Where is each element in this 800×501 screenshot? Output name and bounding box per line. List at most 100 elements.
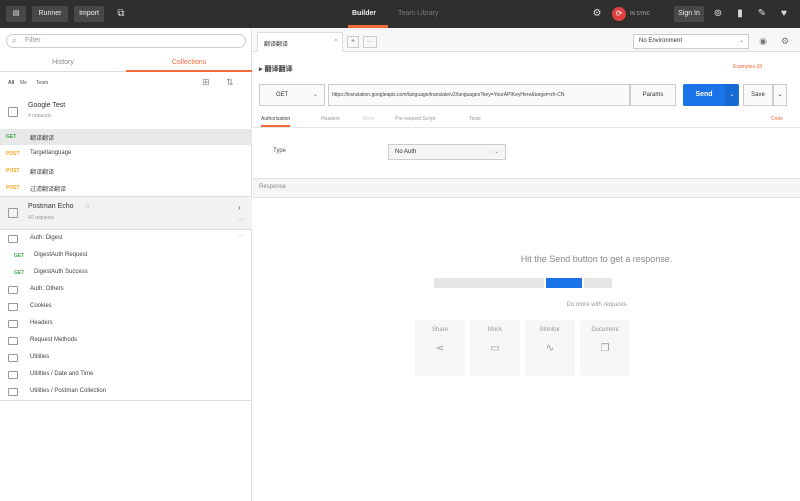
request-item[interactable]: POST 翻译翻译	[0, 163, 252, 179]
collection-name: Postman Echo	[28, 203, 74, 210]
interceptor-icon[interactable]: ⚙	[590, 8, 604, 20]
folder-item[interactable]: Request Methods	[0, 333, 252, 350]
folder-label: Auth: Others	[30, 286, 64, 292]
examples-link[interactable]: Examples (0)	[733, 64, 762, 70]
folder-icon	[8, 320, 18, 328]
document-card[interactable]: Document ❐	[580, 320, 630, 376]
params-button[interactable]: Params	[630, 84, 676, 106]
new-tab-button[interactable]: +	[347, 36, 359, 48]
folder-item[interactable]: Auth: Digest ···	[0, 231, 252, 248]
new-folder-icon[interactable]: ⊞	[202, 76, 210, 88]
collection-item[interactable]: Postman Echo ☆ 40 requests › ···	[0, 196, 252, 230]
request-item[interactable]: GET DigestAuth Success	[0, 265, 252, 282]
mock-icon: ▭	[490, 343, 500, 354]
search-input[interactable]: Filter	[6, 34, 246, 48]
eye-icon[interactable]: ◉	[757, 35, 769, 47]
request-item[interactable]: POST 过滤翻译翻译	[0, 180, 252, 196]
folder-item[interactable]: Utilities	[0, 350, 252, 367]
url-input[interactable]: https://translation.googleapis.com/langu…	[328, 84, 630, 106]
filter-team[interactable]: Team	[36, 80, 48, 86]
subtab-pre-request-script[interactable]: Pre-request Script	[395, 116, 435, 122]
method-select[interactable]: GET ⌄	[259, 84, 325, 106]
folder-item[interactable]: Utilities / Date and Time	[0, 367, 252, 384]
method-badge: GET	[14, 270, 25, 276]
folder-icon	[8, 303, 18, 311]
folder-label: Utilities / Date and Time	[30, 371, 94, 377]
folder-icon	[8, 371, 18, 379]
sort-icon[interactable]: ⇅	[226, 76, 234, 88]
settings-icon[interactable]: ✎	[756, 8, 768, 20]
new-window-icon[interactable]: ⧉	[114, 8, 128, 20]
folder-label: Utilities	[30, 354, 50, 360]
request-tab-title: 翻译翻译	[264, 42, 289, 48]
auth-type-select[interactable]: No Auth ⌄	[388, 144, 506, 160]
sign-in-button[interactable]: Sign In	[674, 6, 704, 22]
collection-item[interactable]: Google Test 4 requests	[0, 98, 252, 128]
tab-team-library[interactable]: Team Library	[398, 10, 438, 17]
folder-label: Auth: Digest	[30, 235, 63, 241]
environment-select[interactable]: No Environment ⌄	[633, 34, 749, 49]
satellite-icon[interactable]: ⊚	[712, 8, 724, 20]
document-icon: ❐	[600, 343, 610, 354]
send-dropdown-button[interactable]: ⌄	[725, 84, 739, 106]
folder-item[interactable]: Cookies	[0, 299, 252, 316]
request-item[interactable]: POST Targetlanguage	[0, 146, 252, 162]
notifications-icon[interactable]: ▮	[734, 8, 746, 20]
send-button[interactable]: Send	[683, 84, 725, 106]
sidebar: Filter ⌕ History Collections All Me Team…	[0, 28, 252, 501]
sync-icon[interactable]: ⟳	[612, 7, 626, 21]
card-label: Monitor	[539, 327, 560, 333]
settings-icon[interactable]: ⚙	[779, 35, 791, 47]
filter-me[interactable]: Me	[20, 80, 27, 86]
folder-item[interactable]: Headers	[0, 316, 252, 333]
save-button[interactable]: Save	[743, 84, 773, 106]
runner-button[interactable]: Runner	[32, 6, 68, 22]
mock-card[interactable]: Mock ▭	[470, 320, 520, 376]
chevron-right-icon[interactable]: ›	[238, 203, 241, 212]
monitor-card[interactable]: Monitor ∿	[525, 320, 575, 376]
card-label: Share	[431, 327, 448, 333]
request-label: DigestAuth Success	[34, 269, 88, 275]
import-button[interactable]: Import	[74, 6, 104, 22]
share-icon: ⋖	[435, 343, 445, 354]
sidebar-toggle-button[interactable]: ▤	[6, 6, 26, 22]
request-label: DigestAuth Request	[34, 252, 88, 258]
send-illustration	[434, 278, 612, 288]
response-header: Response	[253, 178, 800, 198]
close-icon[interactable]: ×	[334, 38, 338, 44]
request-tab[interactable]: 翻译翻译 ×	[257, 32, 343, 52]
save-dropdown-button[interactable]: ⌄	[773, 84, 787, 106]
card-label: Mock	[487, 327, 503, 333]
more-icon[interactable]: ···	[238, 233, 244, 239]
filter-all[interactable]: All	[8, 80, 14, 86]
folder-icon	[8, 235, 18, 243]
subtab-authorization[interactable]: Authorization	[261, 116, 291, 127]
hit-send-message: Hit the Send button to get a response.	[520, 254, 673, 264]
subtab-body[interactable]: Body	[363, 116, 374, 122]
tab-collections[interactable]: Collections	[126, 56, 252, 72]
star-icon[interactable]: ☆	[84, 202, 90, 210]
method-value: GET	[276, 92, 289, 98]
more-icon[interactable]: ···	[238, 217, 244, 223]
collection-name: Google Test	[28, 102, 66, 109]
top-toolbar: ▤ Runner Import ⧉ Builder Team Library ⚙…	[0, 0, 800, 28]
method-badge: POST	[6, 151, 20, 157]
folder-label: Utilities / Postman Collection	[30, 388, 107, 394]
chevron-down-icon: ⌄	[729, 92, 735, 98]
request-name: ▸ 翻译翻译	[259, 66, 293, 73]
request-item[interactable]: GET 翻译翻译	[0, 129, 252, 145]
heart-icon[interactable]: ♥	[778, 8, 790, 20]
tab-overflow-button[interactable]: ···	[363, 36, 377, 48]
code-link[interactable]: Code	[771, 116, 783, 122]
request-label: 过滤翻译翻译	[30, 187, 67, 193]
folder-item[interactable]: Utilities / Postman Collection	[0, 384, 252, 401]
subtab-headers[interactable]: Headers	[321, 116, 340, 122]
tab-history[interactable]: History	[0, 56, 126, 72]
folder-item[interactable]: Auth: Others	[0, 282, 252, 299]
subtab-tests[interactable]: Tests	[469, 116, 481, 122]
method-badge: POST	[6, 185, 20, 191]
folder-label: Cookies	[30, 303, 52, 309]
share-card[interactable]: Share ⋖	[415, 320, 465, 376]
tab-builder[interactable]: Builder	[352, 10, 376, 17]
request-item[interactable]: GET DigestAuth Request	[0, 248, 252, 265]
